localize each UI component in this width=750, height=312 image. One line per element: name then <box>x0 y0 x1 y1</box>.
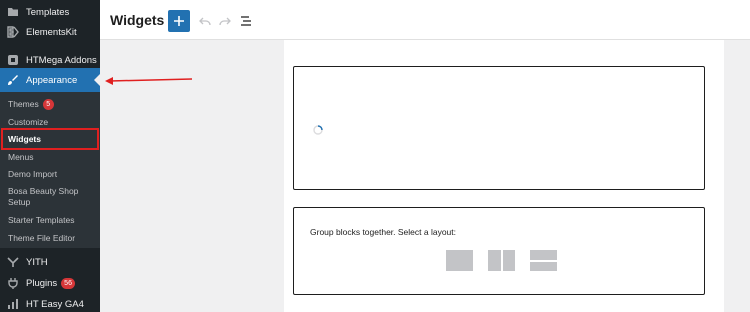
sidebar-item-ht-easy-ga4[interactable]: HT Easy GA4 <box>0 292 100 312</box>
annotation-arrow <box>105 77 193 85</box>
group-layout-prompt: Group blocks together. Select a layout: <box>310 227 457 237</box>
htmega-icon <box>6 53 20 67</box>
analytics-icon <box>6 297 20 311</box>
redo-icon <box>219 17 231 26</box>
sidebar-item-appearance[interactable]: Appearance <box>0 68 100 92</box>
add-block-button[interactable] <box>168 10 190 32</box>
plugin-icon <box>6 276 20 290</box>
undo-icon <box>199 17 211 26</box>
submenu-item-bosa-setup[interactable]: Bosa Beauty Shop Setup <box>8 186 96 208</box>
themes-update-badge: 5 <box>42 99 54 111</box>
redo-button[interactable] <box>214 10 236 32</box>
widget-area-block[interactable] <box>293 66 705 190</box>
sidebar-item-elementskit[interactable]: ElementsKit <box>0 20 100 44</box>
list-view-button[interactable] <box>235 10 257 32</box>
submenu-item-themes[interactable]: Themes 5 <box>8 99 54 111</box>
sidebar-item-label: Appearance <box>26 74 78 86</box>
submenu-item-theme-file-editor[interactable]: Theme File Editor <box>8 233 75 244</box>
sidebar-item-label: HTMega Addons <box>26 54 97 66</box>
undo-button[interactable] <box>194 10 216 32</box>
page-title: Widgets <box>110 12 165 28</box>
widget-canvas: Group blocks together. Select a layout: <box>284 40 724 312</box>
submenu-item-customize[interactable]: Customize <box>8 117 48 128</box>
widgets-highlight-annotation <box>1 128 99 150</box>
sidebar-item-label: HT Easy GA4 <box>26 298 84 310</box>
plus-icon <box>174 16 184 26</box>
layout-option-group[interactable] <box>446 250 473 271</box>
plugins-update-badge: 56 <box>61 277 75 289</box>
submenu-item-menus[interactable]: Menus <box>8 152 34 163</box>
templates-icon <box>6 5 20 19</box>
admin-sidebar: Templates ElementsKit HTMega Addons Appe… <box>0 0 100 312</box>
submenu-item-demo-import[interactable]: Demo Import <box>8 169 57 180</box>
elementskit-icon <box>6 25 20 39</box>
layout-option-row[interactable] <box>488 250 515 271</box>
appearance-submenu: Themes 5 Customize Widgets Menus Demo Imp… <box>0 92 100 248</box>
group-block-placeholder[interactable]: Group blocks together. Select a layout: <box>293 207 705 295</box>
sidebar-item-label: YITH <box>26 256 48 268</box>
list-view-icon <box>241 16 251 26</box>
layout-option-stack[interactable] <box>530 250 557 271</box>
sidebar-item-label: Plugins <box>26 277 58 289</box>
sidebar-item-label: Templates <box>26 6 70 18</box>
editor-header: Widgets <box>100 0 750 40</box>
submenu-label: Themes <box>8 99 39 109</box>
sidebar-item-label: ElementsKit <box>26 26 77 38</box>
submenu-item-starter-templates[interactable]: Starter Templates <box>8 215 74 226</box>
paintbrush-icon <box>6 73 20 87</box>
loading-spinner-icon <box>313 125 323 135</box>
yith-icon <box>6 255 20 269</box>
